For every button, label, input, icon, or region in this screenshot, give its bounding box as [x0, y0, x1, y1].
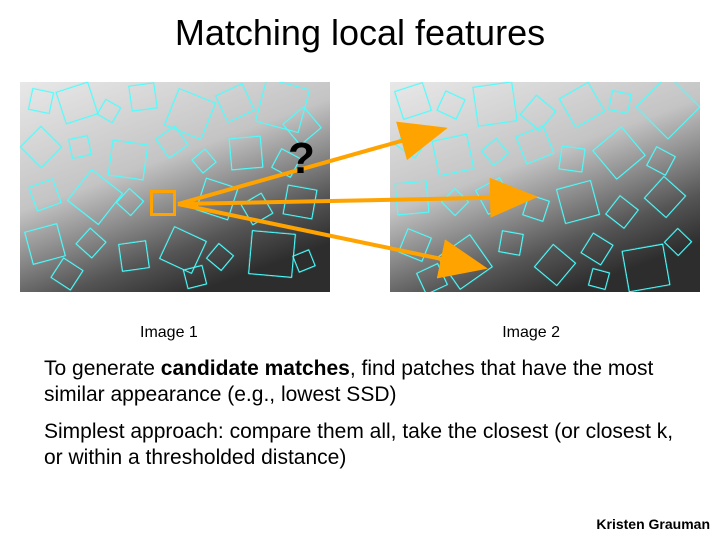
- paragraph-1: To generate candidate matches, find patc…: [0, 350, 720, 407]
- caption-row: Image 1 Image 2: [0, 324, 720, 350]
- image-2: [390, 82, 700, 292]
- image-1: [20, 82, 330, 292]
- query-feature-box: [150, 190, 176, 216]
- p1-pre: To generate: [44, 357, 161, 380]
- p1-bold: candidate matches: [161, 357, 350, 380]
- image-2-caption: Image 2: [502, 324, 560, 342]
- image-1-caption: Image 1: [140, 324, 198, 342]
- attribution: Kristen Grauman: [596, 516, 710, 532]
- question-mark-label: ?: [288, 134, 315, 184]
- figure-row: ?: [0, 72, 720, 322]
- slide-title: Matching local features: [0, 0, 720, 54]
- paragraph-2: Simplest approach: compare them all, tak…: [0, 413, 720, 470]
